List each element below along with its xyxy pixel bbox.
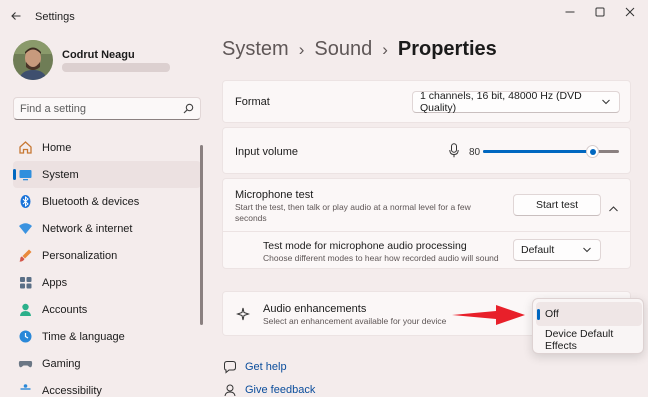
breadcrumb-separator: › <box>382 40 388 59</box>
help-icon <box>222 360 238 374</box>
user-photo-icon <box>13 40 53 80</box>
card-divider <box>223 231 630 232</box>
test-mode-label: Test mode for microphone audio processin… <box>263 240 467 252</box>
test-mode-description: Choose different modes to hear how recor… <box>263 253 499 263</box>
sidebar-item-label: System <box>42 168 79 181</box>
close-button[interactable] <box>617 4 643 20</box>
start-test-label: Start test <box>535 199 578 211</box>
mic-test-description: Start the test, then talk or play audio … <box>235 202 471 223</box>
globe-clock-icon <box>17 329 33 345</box>
selection-indicator <box>13 169 16 180</box>
apps-icon <box>17 275 33 291</box>
sidebar-item-accessibility[interactable]: Accessibility <box>13 377 201 397</box>
breadcrumb-system[interactable]: System <box>222 38 289 61</box>
sidebar-item-label: Personalization <box>42 249 118 262</box>
audio-enhancements-label: Audio enhancements <box>263 303 367 315</box>
user-email-blurred <box>62 63 170 72</box>
format-label: Format <box>235 96 270 108</box>
sidebar-item-accounts[interactable]: Accounts <box>13 296 201 323</box>
test-mode-dropdown[interactable]: Default <box>513 239 601 261</box>
audio-enhancements-description: Select an enhancement available for your… <box>263 316 447 326</box>
back-arrow-icon <box>11 12 21 20</box>
search-box[interactable] <box>13 97 201 120</box>
microphone-icon[interactable] <box>449 143 459 161</box>
page-title: Properties <box>397 38 497 60</box>
chevron-up-icon[interactable] <box>609 201 618 215</box>
sidebar-item-network[interactable]: Network & internet <box>13 215 201 242</box>
maximize-icon <box>595 7 605 17</box>
bluetooth-icon <box>17 194 33 210</box>
sidebar-item-label: Accessibility <box>42 384 102 397</box>
brush-icon <box>17 248 33 264</box>
avatar[interactable] <box>13 40 53 80</box>
sidebar-item-apps[interactable]: Apps <box>13 269 201 296</box>
get-help-label: Get help <box>245 361 287 373</box>
sidebar-scrollbar[interactable] <box>200 145 203 325</box>
input-volume-label: Input volume <box>235 146 298 158</box>
minimize-icon <box>565 11 575 13</box>
format-dropdown[interactable]: 1 channels, 16 bit, 48000 Hz (DVD Qualit… <box>412 90 620 114</box>
sidebar-item-gaming[interactable]: Gaming <box>13 350 201 377</box>
sidebar-item-personalization[interactable]: Personalization <box>13 242 201 269</box>
gamepad-icon <box>17 356 33 372</box>
search-input[interactable] <box>20 101 180 117</box>
volume-slider-thumb[interactable] <box>586 145 599 158</box>
app-title: Settings <box>35 11 75 23</box>
feedback-icon <box>222 383 238 397</box>
breadcrumb: System › Sound › Properties <box>222 38 497 61</box>
minimize-button[interactable] <box>557 4 583 20</box>
volume-slider-fill <box>483 150 592 153</box>
sidebar-item-label: Bluetooth & devices <box>42 195 140 208</box>
sidebar-item-label: Home <box>42 141 72 154</box>
system-icon <box>17 167 33 183</box>
enhancement-options-menu: Off Device Default Effects <box>532 298 644 354</box>
sidebar-item-label: Accounts <box>42 303 88 316</box>
title-bar: Settings <box>0 0 648 32</box>
start-test-button[interactable]: Start test <box>513 194 601 216</box>
wifi-icon <box>17 221 33 237</box>
mic-test-label: Microphone test <box>235 189 314 201</box>
breadcrumb-separator: › <box>298 40 305 59</box>
give-feedback-label: Give feedback <box>245 384 316 396</box>
volume-value: 80 <box>469 147 481 158</box>
menu-item-label: Off <box>545 308 559 320</box>
volume-slider[interactable] <box>483 145 619 158</box>
sidebar-item-bluetooth[interactable]: Bluetooth & devices <box>13 188 201 215</box>
mic-test-card: Microphone test Start the test, then tal… <box>222 178 631 269</box>
sidebar-item-system[interactable]: System <box>13 161 201 188</box>
sidebar-item-home[interactable]: Home <box>13 134 201 161</box>
get-help-link[interactable]: Get help <box>222 360 287 374</box>
sidebar-item-label: Network & internet <box>42 222 133 235</box>
selection-indicator <box>537 309 540 320</box>
menu-item-off[interactable]: Off <box>536 302 642 326</box>
test-mode-value: Default <box>521 244 555 256</box>
accessibility-icon <box>17 383 33 397</box>
back-button[interactable] <box>6 6 26 26</box>
user-name: Codrut Neagu <box>62 49 135 61</box>
chevron-down-icon <box>602 99 610 105</box>
sparkle-icon <box>235 307 251 324</box>
sidebar-item-label: Time & language <box>42 330 125 343</box>
menu-item-device-default-effects[interactable]: Device Default Effects <box>536 328 642 352</box>
menu-item-label: Device Default Effects <box>545 328 614 352</box>
maximize-button[interactable] <box>587 4 613 20</box>
format-value: 1 channels, 16 bit, 48000 Hz (DVD Qualit… <box>420 90 582 114</box>
red-arrow-annotation <box>452 305 525 325</box>
sidebar-item-label: Apps <box>42 276 68 289</box>
close-icon <box>625 7 635 17</box>
sidebar-item-time-language[interactable]: Time & language <box>13 323 201 350</box>
breadcrumb-sound[interactable]: Sound <box>314 38 372 61</box>
home-icon <box>17 140 33 156</box>
settings-window: Settings Codrut Neagu Find a setting Hom… <box>0 0 648 397</box>
format-card: Format 1 channels, 16 bit, 48000 Hz (DVD… <box>222 80 631 123</box>
accounts-icon <box>17 302 33 318</box>
sidebar-item-label: Gaming <box>42 357 81 370</box>
give-feedback-link[interactable]: Give feedback <box>222 383 315 397</box>
sidebar-nav: Home System Bluetooth & devices Network … <box>13 134 201 397</box>
chevron-down-icon <box>583 247 591 253</box>
search-icon[interactable] <box>183 103 194 117</box>
